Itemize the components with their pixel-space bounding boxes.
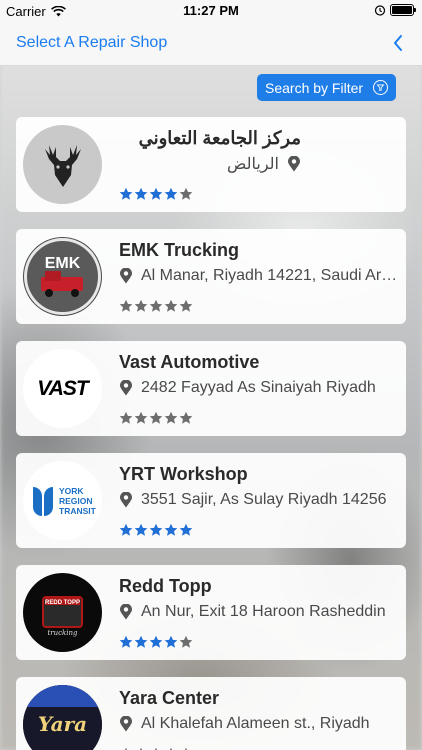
vast-logo-text: VAST xyxy=(37,376,88,400)
location-pin-icon xyxy=(120,268,132,284)
shop-address: الريالض xyxy=(227,156,279,173)
page-title: Select A Repair Shop xyxy=(16,34,168,51)
svg-text:REGION: REGION xyxy=(59,496,93,506)
shop-address: 3551 Sajir, As Sulay Riyadh 14256 xyxy=(141,491,387,508)
filter-button-label: Search by Filter xyxy=(265,79,364,96)
location-pin-icon xyxy=(120,492,132,508)
star-icon xyxy=(179,635,193,648)
filter-icon xyxy=(373,80,388,95)
clock: 11:27 PM xyxy=(183,3,239,18)
star-icon xyxy=(149,187,163,200)
star-icon xyxy=(119,187,133,200)
location-pin-icon xyxy=(120,716,132,732)
star-rating xyxy=(119,411,193,425)
shop-card[interactable]: EMK EMK Trucking Al Manar, Riyadh 14221,… xyxy=(16,229,406,324)
shop-address-row: Al Khalefah Alameen st., Riyadh xyxy=(119,714,399,734)
star-icon xyxy=(134,299,148,312)
shop-card[interactable]: VAST Vast Automotive 2482 Fayyad As Sina… xyxy=(16,341,406,436)
yara-logo-text: Yara xyxy=(38,712,87,736)
star-icon xyxy=(119,523,133,536)
battery-icon xyxy=(390,4,416,16)
shop-address-row: Al Manar, Riyadh 14221, Saudi Arabia xyxy=(119,266,399,286)
star-icon xyxy=(134,411,148,424)
deer-icon xyxy=(23,125,102,204)
yara-logo: Yara xyxy=(23,685,102,750)
shop-address: An Nur, Exit 18 Haroon Rasheddin xyxy=(141,603,386,620)
shop-name: YRT Workshop xyxy=(119,464,248,484)
yrt-logo-text: YORK xyxy=(59,486,84,496)
star-rating xyxy=(119,635,193,649)
star-icon xyxy=(179,299,193,312)
star-icon xyxy=(164,635,178,648)
star-rating xyxy=(119,523,193,537)
svg-text:TRANSIT: TRANSIT xyxy=(59,506,97,516)
emk-logo-text: EMK xyxy=(45,255,81,272)
star-icon xyxy=(119,299,133,312)
shop-name: Redd Topp xyxy=(119,576,212,596)
shop-address: 2482 Fayyad As Sinaiyah Riyadh xyxy=(141,379,376,396)
shop-address-row: 3551 Sajir, As Sulay Riyadh 14256 xyxy=(119,490,399,510)
shop-card[interactable]: Yara Yara Center Al Khalefah Alameen st.… xyxy=(16,677,406,750)
shop-name: Vast Automotive xyxy=(119,352,260,372)
shop-card[interactable]: مركز الجامعة التعاوني الريالض xyxy=(16,117,406,212)
chevron-left-icon[interactable] xyxy=(388,31,408,55)
redd-topp-logo: REDD TOPP trucking xyxy=(23,573,102,652)
star-icon xyxy=(164,299,178,312)
vast-logo: VAST xyxy=(23,349,102,428)
star-icon xyxy=(179,411,193,424)
shop-card[interactable]: REDD TOPP trucking Redd Topp An Nur, Exi… xyxy=(16,565,406,660)
star-icon xyxy=(149,635,163,648)
shop-name: Yara Center xyxy=(119,688,220,708)
search-by-filter-button[interactable]: Search by Filter xyxy=(257,74,396,101)
star-icon xyxy=(164,187,178,200)
svg-text:trucking: trucking xyxy=(47,629,78,637)
star-rating xyxy=(119,187,193,201)
shop-address: Al Manar, Riyadh 14221, Saudi Arabia xyxy=(141,267,399,284)
location-pin-icon xyxy=(288,156,300,172)
star-icon xyxy=(119,411,133,424)
location-pin-icon xyxy=(120,604,132,620)
shop-address-row: 2482 Fayyad As Sinaiyah Riyadh xyxy=(119,378,399,398)
emk-logo: EMK xyxy=(23,237,102,316)
status-bar: Carrier 11:27 PM xyxy=(0,0,422,22)
star-icon xyxy=(149,411,163,424)
redd-topp-logo-text: REDD TOPP xyxy=(45,600,80,606)
location-pin-icon xyxy=(120,380,132,396)
star-icon xyxy=(179,187,193,200)
star-icon xyxy=(164,523,178,536)
star-icon xyxy=(134,523,148,536)
star-icon xyxy=(134,635,148,648)
star-icon xyxy=(149,299,163,312)
star-icon xyxy=(164,411,178,424)
shop-card[interactable]: YORK REGION TRANSIT YRT Workshop 3551 Sa… xyxy=(16,453,406,548)
shop-address-row: An Nur, Exit 18 Haroon Rasheddin xyxy=(119,602,399,622)
star-icon xyxy=(179,523,193,536)
star-icon xyxy=(119,635,133,648)
star-icon xyxy=(149,523,163,536)
shop-name: EMK Trucking xyxy=(119,240,240,260)
shop-name: مركز الجامعة التعاوني xyxy=(138,128,301,148)
alarm-icon xyxy=(374,5,386,16)
york-region-transit-logo: YORK REGION TRANSIT xyxy=(23,461,102,540)
navigation-bar: Select A Repair Shop xyxy=(0,22,422,66)
star-icon xyxy=(134,187,148,200)
shop-address-row: الريالض xyxy=(131,154,301,174)
shop-address: Al Khalefah Alameen st., Riyadh xyxy=(141,715,370,732)
star-rating xyxy=(119,299,193,313)
